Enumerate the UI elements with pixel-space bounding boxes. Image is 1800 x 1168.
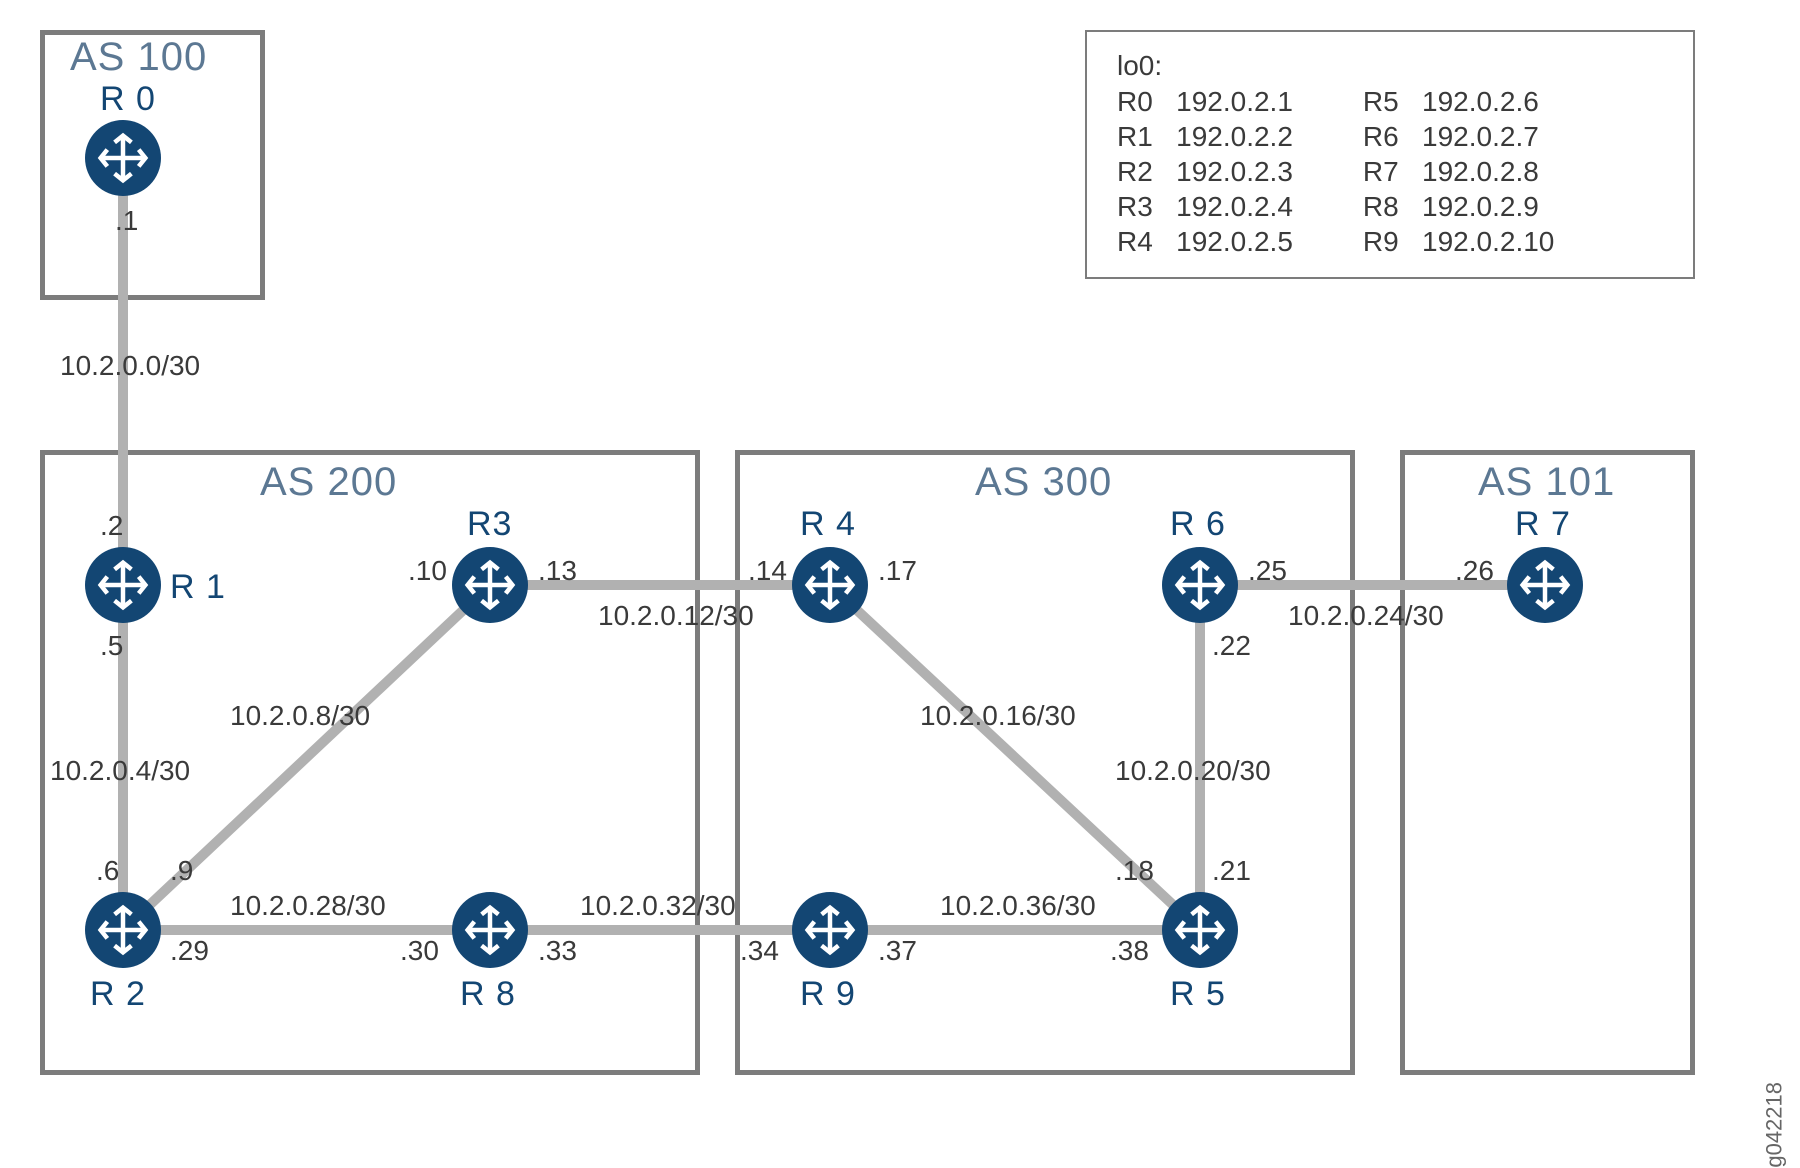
router-r9	[792, 892, 868, 968]
subnet-4: 10.2.0.4/30	[50, 755, 190, 787]
host-10: .10	[408, 555, 447, 587]
subnet-32: 10.2.0.32/30	[580, 890, 736, 922]
host-25: .25	[1248, 555, 1287, 587]
router-r6-label: R 6	[1170, 505, 1226, 544]
router-r3	[452, 547, 528, 623]
router-r2-label: R 2	[90, 975, 146, 1014]
host-26: .26	[1455, 555, 1494, 587]
host-6: .6	[96, 855, 119, 887]
host-22: .22	[1212, 630, 1251, 662]
router-r5	[1162, 892, 1238, 968]
host-18: .18	[1115, 855, 1154, 887]
host-34: .34	[740, 935, 779, 967]
router-r8	[452, 892, 528, 968]
router-r4-label: R 4	[800, 505, 856, 544]
router-r4	[792, 547, 868, 623]
host-29: .29	[170, 935, 209, 967]
router-r8-label: R 8	[460, 975, 516, 1014]
host-38: .38	[1110, 935, 1149, 967]
router-r1-label: R 1	[170, 568, 226, 607]
router-r3-label: R3	[467, 505, 512, 544]
subnet-8: 10.2.0.8/30	[230, 700, 370, 732]
subnet-0: 10.2.0.0/30	[60, 350, 200, 382]
host-37: .37	[878, 935, 917, 967]
subnet-36: 10.2.0.36/30	[940, 890, 1096, 922]
subnet-28: 10.2.0.28/30	[230, 890, 386, 922]
host-9: .9	[170, 855, 193, 887]
subnet-12: 10.2.0.12/30	[598, 600, 754, 632]
router-r0-label: R 0	[100, 80, 156, 119]
router-r1	[85, 547, 161, 623]
host-13: .13	[538, 555, 577, 587]
subnet-16: 10.2.0.16/30	[920, 700, 1076, 732]
diagram-canvas: AS 100 AS 200 AS 300 AS 101 R 0 R 1 R 2 …	[0, 0, 1800, 1122]
router-r6	[1162, 547, 1238, 623]
router-r7-label: R 7	[1515, 505, 1571, 544]
host-1: .1	[115, 205, 138, 237]
router-r9-label: R 9	[800, 975, 856, 1014]
host-30: .30	[400, 935, 439, 967]
router-r5-label: R 5	[1170, 975, 1226, 1014]
host-21: .21	[1212, 855, 1251, 887]
host-5: .5	[100, 630, 123, 662]
subnet-24: 10.2.0.24/30	[1288, 600, 1444, 632]
router-r2	[85, 892, 161, 968]
host-17: .17	[878, 555, 917, 587]
host-2: .2	[100, 510, 123, 542]
router-r7	[1507, 547, 1583, 623]
host-14: .14	[748, 555, 787, 587]
router-r0	[85, 120, 161, 196]
host-33: .33	[538, 935, 577, 967]
subnet-20: 10.2.0.20/30	[1115, 755, 1271, 787]
